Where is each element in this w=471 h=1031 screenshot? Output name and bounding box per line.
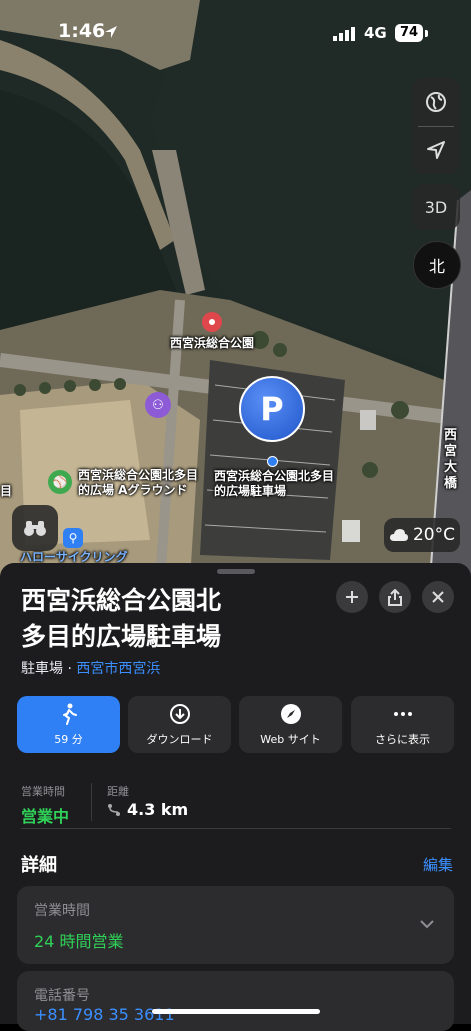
edit-link[interactable]: 編集	[423, 854, 453, 875]
ground-label-text: 西宮浜総合公園北多目的広場 Aグラウンド	[78, 468, 199, 497]
hours-summary[interactable]: 営業時間 営業中	[21, 783, 69, 827]
three-d-label: 3D	[424, 197, 448, 217]
plus-icon	[346, 591, 358, 603]
chevron-down-icon	[420, 920, 434, 929]
phone-number-link[interactable]: +81 798 35 3611	[34, 1005, 175, 1024]
bicycle-icon: ⚲	[68, 531, 78, 545]
park-label[interactable]: 西宮浜総合公園	[170, 336, 254, 351]
phone-card-label: 電話番号	[34, 988, 90, 1004]
compass-button[interactable]: 北	[413, 241, 461, 289]
current-location-button[interactable]	[412, 126, 460, 174]
sheet-grabber[interactable]	[217, 569, 255, 574]
restroom-icon: ⚇	[152, 397, 164, 413]
cycling-pin[interactable]: ⚲	[63, 528, 83, 548]
download-button[interactable]: ダウンロード	[128, 696, 231, 753]
battery-tip	[425, 30, 428, 37]
more-label: さらに表示	[375, 732, 430, 746]
more-button[interactable]: さらに表示	[351, 696, 454, 753]
place-title-line2: 多目的広場駐車場	[21, 622, 222, 651]
map-control-group	[412, 78, 460, 174]
location-arrow-icon	[105, 26, 117, 38]
parking-label-text: 西宮浜総合公園北多目的広場駐車場	[214, 469, 335, 498]
parking-pin[interactable]: P	[239, 376, 305, 442]
location-arrow-icon	[427, 141, 445, 159]
parking-symbol: P	[260, 390, 284, 428]
directions-label: 59 分	[54, 732, 83, 746]
website-button[interactable]: Web サイト	[239, 696, 342, 753]
look-around-button[interactable]	[12, 505, 58, 551]
signal-icon	[333, 27, 355, 41]
hours-card-label: 営業時間	[34, 903, 90, 919]
battery-icon: 74	[395, 24, 423, 42]
home-indicator[interactable]	[152, 1009, 320, 1014]
directions-button[interactable]: 59 分	[17, 696, 120, 753]
place-title: 西宮浜総合公園北 多目的広場駐車場	[21, 583, 321, 655]
park-pin[interactable]	[202, 312, 222, 332]
walk-icon	[62, 703, 77, 725]
three-d-button[interactable]: 3D	[412, 184, 460, 230]
summary-separator	[21, 828, 451, 829]
details-title: 詳細	[21, 855, 57, 876]
distance-value: 4.3 km	[107, 800, 188, 819]
more-icon	[393, 711, 412, 716]
edge-label: 目	[0, 484, 13, 498]
cloud-icon	[389, 529, 408, 541]
action-buttons: 59 分 ダウンロード Web サイト さらに表示	[17, 696, 454, 753]
map-view[interactable]: 西宮浜総合公園 ⚇ ⚾ 西宮浜総合公園北多目的広場 Aグラウンド 目 P 西宮浜…	[0, 0, 471, 580]
hours-card[interactable]: 営業時間 24 時間営業	[17, 886, 454, 964]
distance-text: 4.3 km	[127, 800, 189, 819]
restroom-pin[interactable]: ⚇	[145, 392, 171, 418]
compass-icon: 北	[428, 257, 445, 276]
summary-row: 営業時間 営業中 距離 4.3 km	[21, 783, 451, 826]
compass-icon	[280, 703, 301, 724]
phone-card[interactable]: 電話番号 +81 798 35 3611	[17, 971, 454, 1031]
subtitle-separator: ·	[67, 661, 72, 677]
ground-label[interactable]: 西宮浜総合公園北多目的広場 Aグラウンド	[78, 468, 208, 498]
park-pin-dot	[209, 319, 215, 325]
place-title-line1: 西宮浜総合公園北	[21, 586, 222, 615]
share-icon	[388, 588, 402, 606]
add-button[interactable]	[336, 581, 368, 613]
close-button[interactable]	[422, 581, 454, 613]
bridge-label-text: 西宮大橋	[444, 428, 458, 491]
status-bar: 1:46 4G 74	[0, 0, 471, 64]
place-sheet: 西宮浜総合公園北 多目的広場駐車場 駐車場 · 西宮市西宮浜 59 分 ダウンロ…	[0, 563, 471, 1031]
hours-card-value: 24 時間営業	[34, 932, 124, 951]
network-type: 4G	[364, 24, 387, 42]
parking-location-dot	[267, 456, 278, 467]
download-label: ダウンロード	[146, 732, 213, 746]
share-button[interactable]	[379, 581, 411, 613]
route-icon	[108, 803, 120, 816]
temperature: 20°C	[412, 525, 455, 545]
download-icon	[169, 703, 190, 724]
tennis-icon: ⚾	[52, 475, 68, 489]
status-time: 1:46	[58, 20, 106, 42]
parking-label[interactable]: 西宮浜総合公園北多目的広場駐車場	[214, 469, 336, 499]
ground-pin[interactable]: ⚾	[48, 470, 72, 494]
place-subtitle: 駐車場 · 西宮市西宮浜	[21, 658, 160, 678]
distance-label: 距離	[107, 785, 129, 798]
weather-badge[interactable]: 20°C	[384, 518, 460, 552]
place-category: 駐車場	[21, 661, 63, 677]
close-icon	[432, 591, 444, 603]
hours-summary-label: 営業時間	[21, 785, 65, 798]
website-label: Web サイト	[260, 732, 321, 746]
map-mode-button[interactable]	[412, 78, 460, 126]
open-status: 営業中	[21, 807, 70, 826]
battery-level: 74	[399, 25, 419, 40]
binoculars-icon	[24, 521, 46, 536]
summary-divider	[91, 783, 92, 821]
place-locality-link[interactable]: 西宮市西宮浜	[76, 661, 160, 677]
globe-icon	[426, 92, 446, 112]
bridge-label: 西宮大橋	[444, 428, 460, 492]
